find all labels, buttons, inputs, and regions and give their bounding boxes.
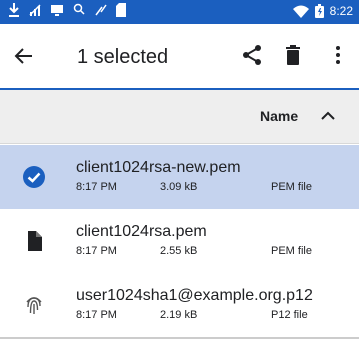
share-button[interactable] <box>240 43 264 67</box>
file-type: PEM file <box>271 181 312 193</box>
file-name: client1024rsa-new.pem <box>76 159 241 176</box>
file-size: 2.55 kB <box>160 245 198 257</box>
delete-button[interactable] <box>281 43 305 67</box>
more-vert-icon <box>336 46 340 64</box>
share-icon <box>243 45 261 65</box>
file-time: 8:17 PM <box>76 181 117 193</box>
data-usage-icon <box>73 3 85 15</box>
signal-off-icon <box>29 4 41 16</box>
list-header: Name <box>0 90 359 144</box>
status-bar: 8:22 <box>0 0 359 24</box>
file-time: 8:17 PM <box>76 309 117 321</box>
file-size: 2.19 kB <box>160 309 198 321</box>
app-bar: 1 selected <box>0 24 359 90</box>
sort-direction-button[interactable] <box>319 107 337 125</box>
cast-icon <box>51 4 63 16</box>
file-row[interactable]: client1024rsa.pem 8:17 PM 2.55 kB PEM fi… <box>0 209 359 273</box>
check-circle-icon[interactable] <box>22 165 46 189</box>
no-signal-icon <box>95 4 107 16</box>
more-options-button[interactable] <box>326 43 350 67</box>
file-size: 3.09 kB <box>160 181 198 193</box>
delete-icon <box>286 45 300 65</box>
file-icon <box>22 229 46 253</box>
file-type: PEM file <box>271 245 312 257</box>
back-button[interactable] <box>12 44 36 68</box>
file-name: client1024rsa.pem <box>76 223 207 240</box>
wifi-icon <box>292 5 309 18</box>
file-type: P12 file <box>271 309 308 321</box>
fingerprint-icon <box>22 293 46 317</box>
selection-count-title: 1 selected <box>77 46 169 68</box>
battery-icon <box>314 4 324 18</box>
download-icon <box>9 3 19 17</box>
chevron-up-icon <box>321 111 335 120</box>
clock-time: 8:22 <box>329 4 353 18</box>
back-arrow-icon <box>14 48 32 64</box>
sd-card-icon <box>116 3 126 17</box>
file-name: user1024sha1@example.org.p12 <box>76 287 313 304</box>
file-time: 8:17 PM <box>76 245 117 257</box>
sort-by-name-label[interactable]: Name <box>260 108 298 124</box>
file-row[interactable]: user1024sha1@example.org.p12 8:17 PM 2.1… <box>0 273 359 337</box>
file-row-selected[interactable]: client1024rsa-new.pem 8:17 PM 3.09 kB PE… <box>0 145 359 209</box>
